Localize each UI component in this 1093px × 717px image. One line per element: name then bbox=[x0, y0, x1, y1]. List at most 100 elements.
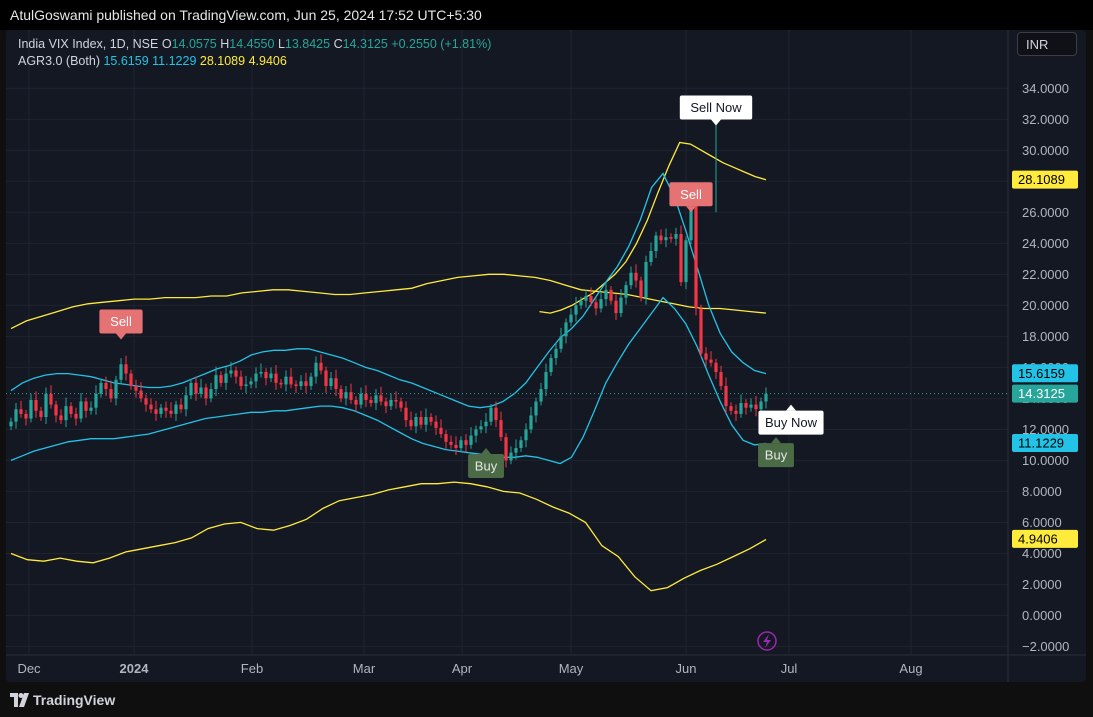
candle-body bbox=[309, 376, 313, 386]
chart-frame[interactable]: Sell Buy Sell Now Sell Buy Now Buy 34.0000 32.… bbox=[6, 30, 1086, 682]
symbol-name: India VIX Index, 1D, NSE bbox=[18, 37, 159, 51]
y-tick-label: 18.0000 bbox=[1022, 329, 1069, 344]
candle-body bbox=[664, 237, 668, 241]
candle-body bbox=[304, 381, 308, 386]
candle-body bbox=[9, 421, 13, 427]
candle-body bbox=[684, 240, 688, 283]
publish-header: AtulGoswami published on TradingView.com… bbox=[0, 0, 1093, 30]
candle-body bbox=[354, 399, 358, 405]
candle-body bbox=[424, 416, 428, 425]
x-tick-label: Feb bbox=[241, 661, 263, 676]
x-tick-label: 2024 bbox=[120, 661, 150, 676]
change-value: +0.2550 (+1.81%) bbox=[391, 37, 492, 51]
candle-body bbox=[294, 384, 298, 386]
candle-body bbox=[144, 398, 148, 405]
candle-body bbox=[199, 387, 203, 394]
candle-body bbox=[379, 395, 383, 402]
candle-body bbox=[759, 401, 763, 410]
publish-info: AtulGoswami published on TradingView.com… bbox=[10, 7, 482, 23]
price-tag: 4.9406 bbox=[1012, 529, 1078, 548]
candle-body bbox=[364, 393, 368, 400]
price-chart[interactable]: Sell Buy Sell Now Sell Buy Now Buy 34.0000 32.… bbox=[6, 30, 1086, 682]
candle-body bbox=[324, 370, 328, 386]
candle-body bbox=[64, 406, 68, 421]
candle-body bbox=[269, 373, 273, 379]
candle-body bbox=[389, 399, 393, 407]
candle-body bbox=[534, 401, 538, 416]
candle-body bbox=[714, 362, 718, 373]
candle-body bbox=[629, 272, 633, 286]
candle-body bbox=[399, 401, 403, 408]
candle-body bbox=[164, 407, 168, 411]
candle-body bbox=[599, 299, 603, 309]
y-tick-label: 2.0000 bbox=[1022, 577, 1062, 592]
candle-body bbox=[624, 285, 628, 298]
candle-body bbox=[704, 353, 708, 360]
candle-body bbox=[259, 372, 263, 374]
candle-body bbox=[224, 373, 228, 383]
y-tick-label: 0.0000 bbox=[1022, 608, 1062, 623]
candle-body bbox=[554, 348, 558, 359]
candle-body bbox=[69, 406, 73, 414]
candle-body bbox=[674, 234, 678, 239]
candle-body bbox=[314, 362, 318, 377]
y-tick-label: 10.0000 bbox=[1022, 453, 1069, 468]
candle-body bbox=[639, 280, 643, 298]
signal-markers: Sell Buy Sell Now Sell Buy Now Buy bbox=[99, 95, 824, 479]
candle-body bbox=[229, 370, 233, 374]
candle-body bbox=[519, 440, 523, 449]
candle-body bbox=[409, 420, 413, 427]
x-tick-label: Jun bbox=[676, 661, 697, 676]
indicator-name: AGR3.0 (Both) bbox=[18, 54, 100, 68]
candle-body bbox=[149, 404, 153, 410]
price-tag-label: 28.1089 bbox=[1018, 172, 1065, 187]
candle-body bbox=[74, 413, 78, 419]
candle-body bbox=[544, 372, 548, 390]
signal-label: Buy bbox=[475, 459, 498, 474]
candle-body bbox=[439, 427, 443, 435]
flash-icon[interactable] bbox=[757, 631, 777, 651]
candle-body bbox=[254, 373, 258, 382]
candle-body bbox=[724, 385, 728, 407]
candle-body bbox=[234, 370, 238, 377]
candle-body bbox=[584, 296, 588, 301]
candle-body bbox=[509, 452, 513, 461]
candles bbox=[6, 122, 1008, 468]
currency-selector[interactable]: INR bbox=[1017, 32, 1077, 56]
candle-body bbox=[299, 381, 303, 386]
signal-pointer bbox=[481, 448, 491, 455]
candle-body bbox=[529, 415, 533, 430]
signal-label: Buy Now bbox=[765, 415, 818, 430]
y-tick-label: 20.0000 bbox=[1022, 298, 1069, 313]
candle-body bbox=[39, 410, 43, 417]
candle-body bbox=[29, 399, 33, 419]
candle-body bbox=[44, 393, 48, 417]
candle-body bbox=[499, 420, 503, 438]
price-tag-label: 15.6159 bbox=[1018, 366, 1065, 381]
candle-body bbox=[369, 399, 373, 404]
candle-body bbox=[744, 403, 748, 408]
candle-body bbox=[484, 421, 488, 427]
candle-body bbox=[114, 379, 118, 399]
candle-body bbox=[549, 358, 553, 373]
y-tick-label: 22.0000 bbox=[1022, 267, 1069, 282]
price-tag: 11.1229 bbox=[1012, 434, 1078, 453]
candle-body bbox=[434, 421, 438, 428]
candle-body bbox=[184, 395, 188, 410]
candle-body bbox=[94, 393, 98, 408]
candle-body bbox=[559, 336, 563, 349]
candle-body bbox=[154, 409, 158, 414]
price-tag: 14.3125 bbox=[1012, 384, 1078, 403]
candle-body bbox=[754, 404, 758, 410]
candle-body bbox=[709, 359, 713, 363]
candle-body bbox=[634, 272, 638, 281]
candle-body bbox=[124, 364, 128, 374]
signal-sell: Sell bbox=[99, 309, 143, 340]
candle-body bbox=[474, 429, 478, 436]
candle-body bbox=[59, 415, 63, 421]
candle-body bbox=[564, 322, 568, 337]
candle-body bbox=[489, 407, 493, 422]
candle-body bbox=[179, 404, 183, 410]
tradingview-brand: TradingView bbox=[33, 692, 116, 708]
candle-body bbox=[334, 378, 338, 390]
